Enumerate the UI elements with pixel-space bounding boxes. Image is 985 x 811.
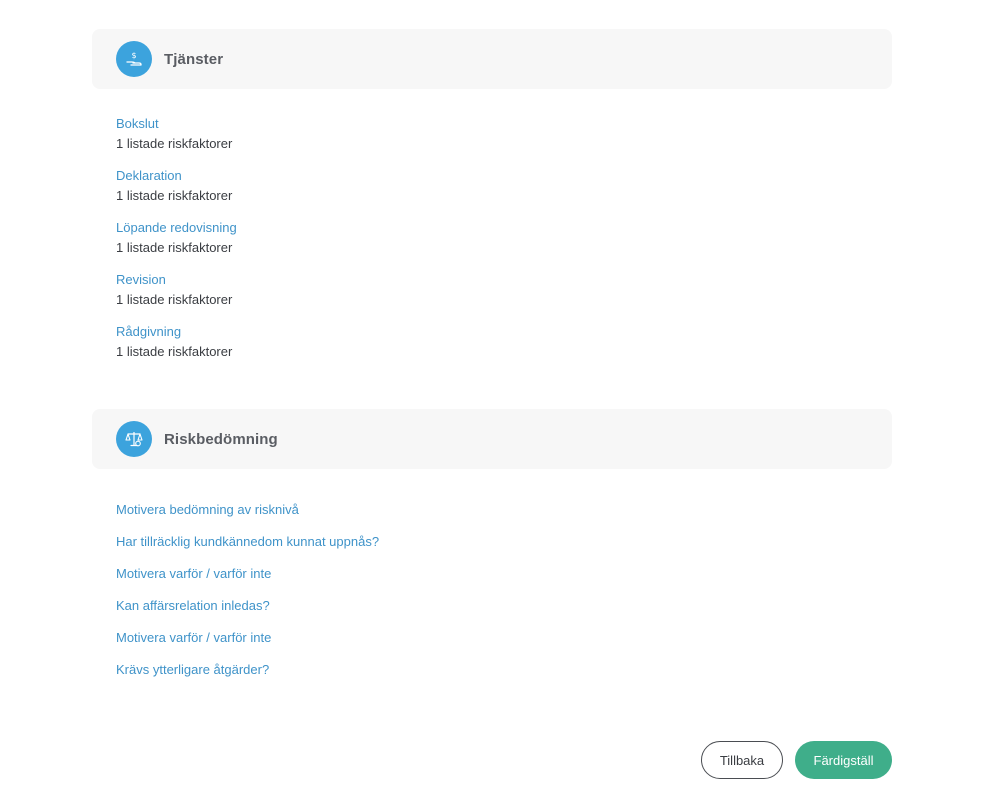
service-link-lopande-redovisning[interactable]: Löpande redovisning <box>116 218 237 238</box>
back-button[interactable]: Tillbaka <box>701 741 783 779</box>
service-risk-count: 1 listade riskfaktorer <box>116 188 233 203</box>
service-risk-count: 1 listade riskfaktorer <box>116 136 233 151</box>
services-list: Bokslut 1 listade riskfaktorer Deklarati… <box>116 114 237 374</box>
risk-question-link[interactable]: Motivera varför / varför inte <box>116 628 379 660</box>
risk-question-link[interactable]: Motivera bedömning av risknivå <box>116 500 379 532</box>
service-risk-count: 1 listade riskfaktorer <box>116 344 233 359</box>
service-risk-count: 1 listade riskfaktorer <box>116 240 233 255</box>
service-link-revision[interactable]: Revision <box>116 270 237 290</box>
risk-question-link[interactable]: Har tillräcklig kundkännedom kunnat uppn… <box>116 532 379 564</box>
list-item: Rådgivning 1 listade riskfaktorer <box>116 322 237 374</box>
page: $ Tjänster Bokslut 1 listade riskfaktore… <box>0 0 985 811</box>
service-link-radgivning[interactable]: Rådgivning <box>116 322 237 342</box>
list-item: Löpande redovisning 1 listade riskfaktor… <box>116 218 237 270</box>
risk-question-link[interactable]: Kan affärsrelation inledas? <box>116 596 379 628</box>
risk-questions-list: Motivera bedömning av risknivå Har tillr… <box>116 500 379 692</box>
list-item: Deklaration 1 listade riskfaktorer <box>116 166 237 218</box>
finish-button[interactable]: Färdigställ <box>795 741 892 779</box>
list-item: Bokslut 1 listade riskfaktorer <box>116 114 237 166</box>
risk-question-link[interactable]: Motivera varför / varför inte <box>116 564 379 596</box>
services-section-title: Tjänster <box>164 50 224 68</box>
service-link-bokslut[interactable]: Bokslut <box>116 114 237 134</box>
service-risk-count: 1 listade riskfaktorer <box>116 292 233 307</box>
scales-icon <box>116 421 152 457</box>
risk-question-link[interactable]: Krävs ytterligare åtgärder? <box>116 660 379 692</box>
service-link-deklaration[interactable]: Deklaration <box>116 166 237 186</box>
services-section-header: $ Tjänster <box>92 29 892 89</box>
risk-section-title: Riskbedömning <box>164 430 278 448</box>
hand-coin-icon: $ <box>116 41 152 77</box>
svg-text:$: $ <box>131 51 136 60</box>
risk-section-header: Riskbedömning <box>92 409 892 469</box>
list-item: Revision 1 listade riskfaktorer <box>116 270 237 322</box>
